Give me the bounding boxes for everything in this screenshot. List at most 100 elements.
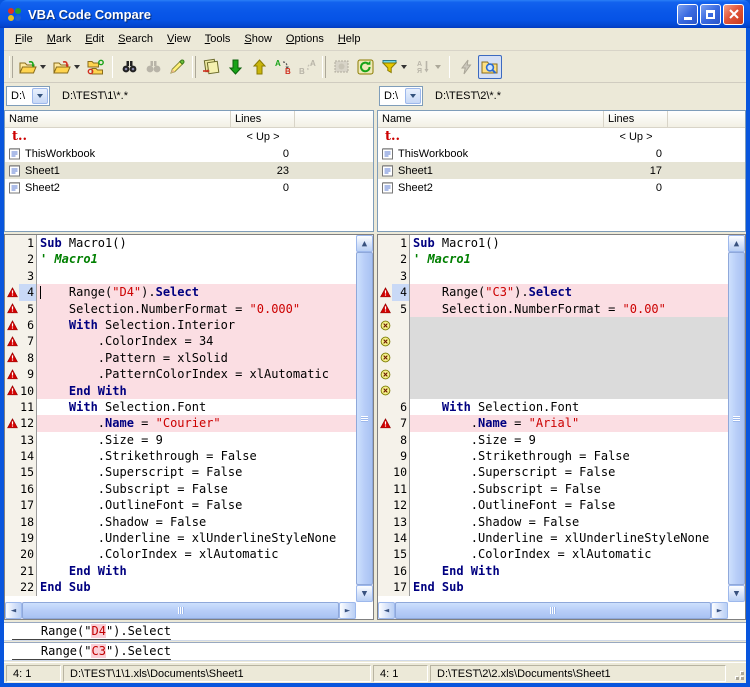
left-drive-select[interactable]: D:\ xyxy=(6,86,50,106)
code-text[interactable] xyxy=(410,366,728,382)
code-text[interactable]: .Strikethrough = False xyxy=(410,448,728,464)
column-header-extra[interactable] xyxy=(295,111,373,127)
code-text[interactable]: Sub Macro1() xyxy=(410,235,728,251)
scroll-left-icon[interactable]: ◄ xyxy=(378,602,395,619)
edit-button[interactable] xyxy=(165,55,189,79)
column-header-lines[interactable]: Lines xyxy=(231,111,295,127)
code-text[interactable]: .Shadow = False xyxy=(37,514,356,530)
list-item[interactable]: Sheet20 xyxy=(378,179,745,196)
code-text[interactable]: .Shadow = False xyxy=(410,514,728,530)
code-text[interactable]: End With xyxy=(37,563,356,579)
code-line[interactable]: 17End Sub xyxy=(378,579,728,595)
code-line[interactable]: 12 .OutlineFont = False xyxy=(378,497,728,513)
menu-item-tools[interactable]: Tools xyxy=(198,30,238,48)
code-text[interactable]: Range("C3").Select xyxy=(410,284,728,300)
code-line[interactable]: 16 .Subscript = False xyxy=(5,481,356,497)
code-text[interactable] xyxy=(410,333,728,349)
code-line[interactable]: 1Sub Macro1() xyxy=(378,235,728,251)
menu-item-help[interactable]: Help xyxy=(331,30,368,48)
code-line[interactable]: 13 .Size = 9 xyxy=(5,432,356,448)
code-line[interactable]: 6 With Selection.Interior xyxy=(5,317,356,333)
close-button[interactable] xyxy=(723,4,744,25)
code-line[interactable]: 3 xyxy=(5,268,356,284)
filter-button[interactable] xyxy=(377,55,401,79)
code-line[interactable] xyxy=(378,333,728,349)
code-text[interactable] xyxy=(410,317,728,333)
right-vertical-scrollbar[interactable]: ▲ ▼ xyxy=(728,235,745,602)
code-text[interactable]: Selection.NumberFormat = "0.000" xyxy=(37,301,356,317)
code-line[interactable]: 22End Sub xyxy=(5,579,356,595)
code-text[interactable]: .Subscript = False xyxy=(410,481,728,497)
scroll-left-icon[interactable]: ◄ xyxy=(5,602,22,619)
refresh-button[interactable] xyxy=(353,55,377,79)
compare-files-button[interactable] xyxy=(199,55,223,79)
toolbar-grip[interactable] xyxy=(322,56,326,78)
scroll-up-icon[interactable]: ▲ xyxy=(356,235,373,252)
menu-item-search[interactable]: Search xyxy=(111,30,160,48)
open-right-folder-button[interactable] xyxy=(50,55,74,79)
right-code-rows[interactable]: 1Sub Macro1()2' Macro134 Range("C3").Sel… xyxy=(378,235,728,602)
code-line[interactable]: 1Sub Macro1() xyxy=(5,235,356,251)
code-line[interactable]: 7 .Name = "Arial" xyxy=(378,415,728,431)
code-line[interactable]: 4 Range("C3").Select xyxy=(378,284,728,300)
code-text[interactable] xyxy=(410,268,728,284)
resize-grip[interactable] xyxy=(732,665,746,682)
scroll-right-icon[interactable]: ► xyxy=(339,602,356,619)
code-text[interactable]: End With xyxy=(37,383,356,399)
code-line[interactable] xyxy=(378,366,728,382)
code-line[interactable]: 2' Macro1 xyxy=(5,251,356,267)
code-text[interactable]: .Pattern = xlSolid xyxy=(37,350,356,366)
toolbar-grip[interactable] xyxy=(192,56,196,78)
code-text[interactable]: .Underline = xlUnderlineStyleNone xyxy=(410,530,728,546)
code-text[interactable] xyxy=(410,383,728,399)
scrollbar-thumb[interactable] xyxy=(22,602,339,619)
code-text[interactable]: .Subscript = False xyxy=(37,481,356,497)
list-item-up[interactable]: t..< Up > xyxy=(5,128,373,145)
scroll-down-icon[interactable]: ▼ xyxy=(356,585,373,602)
list-item[interactable]: ThisWorkbook0 xyxy=(5,145,373,162)
open-left-folder-button[interactable] xyxy=(16,55,40,79)
column-header-name[interactable]: Name xyxy=(5,111,231,127)
code-text[interactable] xyxy=(410,350,728,366)
code-line[interactable]: 8 .Size = 9 xyxy=(378,432,728,448)
code-line[interactable]: 14 .Underline = xlUnderlineStyleNone xyxy=(378,530,728,546)
code-line[interactable]: 3 xyxy=(378,268,728,284)
code-text[interactable]: .Strikethrough = False xyxy=(37,448,356,464)
code-line[interactable]: 19 .Underline = xlUnderlineStyleNone xyxy=(5,530,356,546)
browse-search-button[interactable] xyxy=(478,55,502,79)
code-text[interactable]: .Name = "Courier" xyxy=(37,415,356,431)
code-line[interactable] xyxy=(378,383,728,399)
scroll-right-icon[interactable]: ► xyxy=(711,602,728,619)
maximize-button[interactable] xyxy=(700,4,721,25)
code-text[interactable]: End Sub xyxy=(37,579,356,595)
open-left-dropdown-icon[interactable] xyxy=(40,65,46,69)
scrollbar-thumb[interactable] xyxy=(395,602,711,619)
menu-item-options[interactable]: Options xyxy=(279,30,331,48)
column-header-lines[interactable]: Lines xyxy=(604,111,668,127)
menu-item-mark[interactable]: Mark xyxy=(40,30,78,48)
code-text[interactable]: .OutlineFont = False xyxy=(410,497,728,513)
copy-b-to-a-button-disabled[interactable]: B A xyxy=(295,55,319,79)
compare-folders-button[interactable] xyxy=(84,55,108,79)
code-line[interactable]: 5 Selection.NumberFormat = "0.00" xyxy=(378,301,728,317)
open-right-dropdown-icon[interactable] xyxy=(74,65,80,69)
code-line[interactable]: 14 .Strikethrough = False xyxy=(5,448,356,464)
code-line[interactable]: 17 .OutlineFont = False xyxy=(5,497,356,513)
left-vertical-scrollbar[interactable]: ▲ ▼ xyxy=(356,235,373,602)
code-line[interactable]: 16 End With xyxy=(378,563,728,579)
code-line[interactable]: 4 Range("D4").Select xyxy=(5,284,356,300)
code-text[interactable]: .Superscript = False xyxy=(37,464,356,480)
code-text[interactable] xyxy=(37,268,356,284)
toolbar-grip[interactable] xyxy=(9,56,13,78)
code-line[interactable]: 9 .PatternColorIndex = xlAutomatic xyxy=(5,366,356,382)
code-text[interactable]: With Selection.Font xyxy=(410,399,728,415)
code-line[interactable]: 5 Selection.NumberFormat = "0.000" xyxy=(5,301,356,317)
code-text[interactable]: Selection.NumberFormat = "0.00" xyxy=(410,301,728,317)
list-item[interactable]: Sheet123 xyxy=(5,162,373,179)
right-horizontal-scrollbar[interactable]: ◄ ► xyxy=(378,602,728,619)
previous-difference-button[interactable] xyxy=(247,55,271,79)
list-item-up[interactable]: t..< Up > xyxy=(378,128,745,145)
code-text[interactable]: ' Macro1 xyxy=(37,251,356,267)
code-text[interactable]: .Underline = xlUnderlineStyleNone xyxy=(37,530,356,546)
code-text[interactable]: .Size = 9 xyxy=(410,432,728,448)
